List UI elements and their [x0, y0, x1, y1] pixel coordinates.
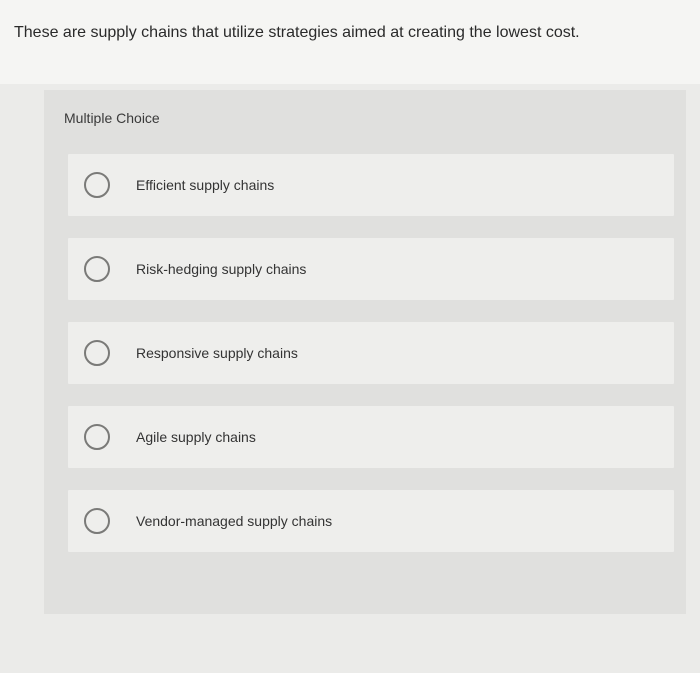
option-label: Risk-hedging supply chains	[136, 261, 306, 277]
multiple-choice-container: Multiple Choice Efficient supply chains …	[44, 90, 686, 614]
radio-icon[interactable]	[84, 172, 110, 198]
option-label: Responsive supply chains	[136, 345, 298, 361]
option-row[interactable]: Responsive supply chains	[68, 322, 674, 384]
radio-icon[interactable]	[84, 340, 110, 366]
radio-icon[interactable]	[84, 508, 110, 534]
option-row[interactable]: Vendor-managed supply chains	[68, 490, 674, 552]
mc-heading: Multiple Choice	[44, 90, 686, 144]
option-label: Vendor-managed supply chains	[136, 513, 332, 529]
options-list: Efficient supply chains Risk-hedging sup…	[44, 144, 686, 552]
question-area: These are supply chains that utilize str…	[0, 0, 700, 84]
question-text: These are supply chains that utilize str…	[14, 22, 686, 44]
radio-icon[interactable]	[84, 256, 110, 282]
option-label: Efficient supply chains	[136, 177, 274, 193]
radio-icon[interactable]	[84, 424, 110, 450]
option-row[interactable]: Agile supply chains	[68, 406, 674, 468]
option-row[interactable]: Risk-hedging supply chains	[68, 238, 674, 300]
option-label: Agile supply chains	[136, 429, 256, 445]
option-row[interactable]: Efficient supply chains	[68, 154, 674, 216]
